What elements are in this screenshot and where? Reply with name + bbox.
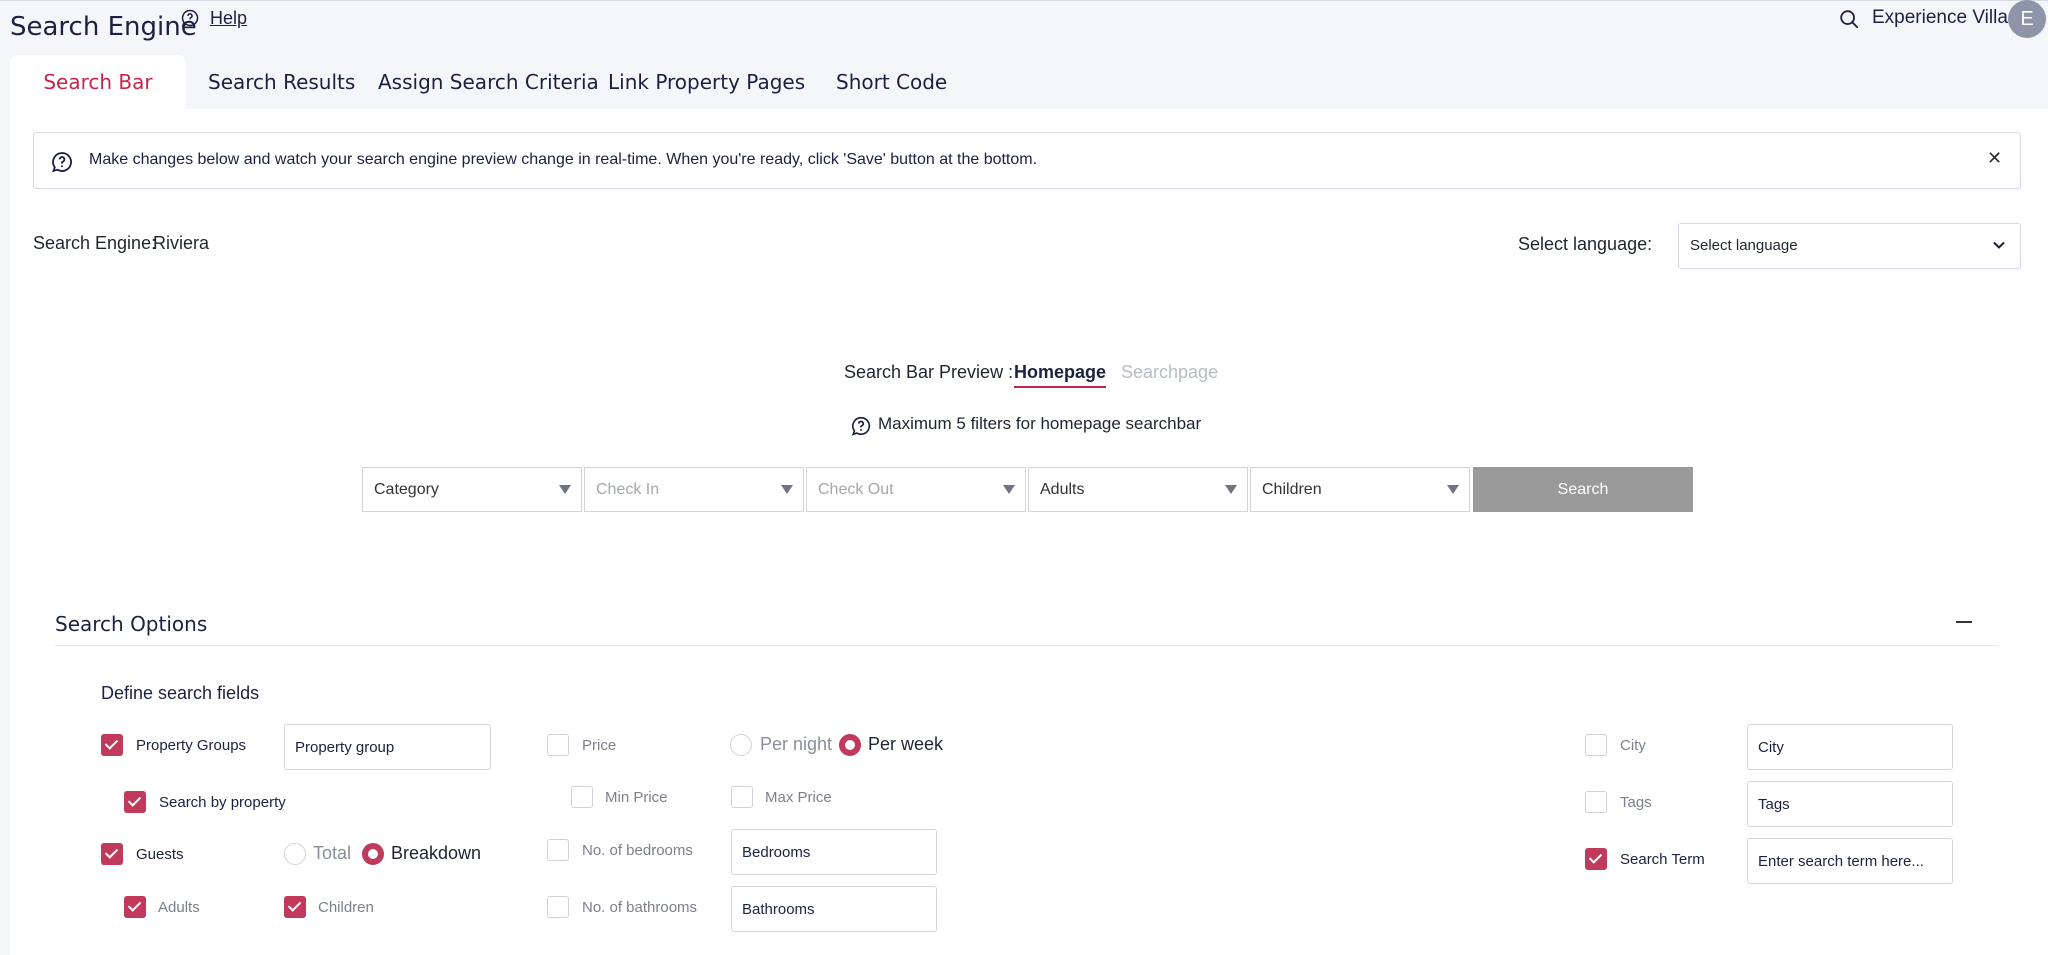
- per-night-radio[interactable]: [730, 734, 752, 756]
- bathrooms-checkbox[interactable]: [547, 896, 569, 918]
- caret-down-icon: [781, 485, 793, 494]
- tags-input[interactable]: Tags: [1747, 781, 1953, 827]
- bedrooms-checkbox[interactable]: [547, 839, 569, 861]
- tab-search-bar[interactable]: Search Bar: [10, 55, 186, 109]
- preview-field-label: Category: [374, 481, 439, 498]
- property-groups-label: Property Groups: [136, 737, 247, 754]
- chevron-down-icon: [1993, 241, 2005, 249]
- price-label: Price: [582, 737, 617, 754]
- close-icon[interactable]: ✕: [1987, 148, 2002, 169]
- price-checkbox[interactable]: [547, 734, 569, 756]
- bathrooms-input[interactable]: Bathrooms: [731, 886, 937, 932]
- adults-checkbox[interactable]: [124, 896, 146, 918]
- preview-check-out-dropdown[interactable]: Check Out: [806, 467, 1026, 512]
- property-groups-checkbox[interactable]: [101, 734, 123, 756]
- caret-down-icon: [1003, 485, 1015, 494]
- user-name[interactable]: Experience Villas: [1872, 7, 2017, 29]
- preview-field-label: Check In: [596, 481, 660, 498]
- search-by-property-label: Search by property: [159, 794, 286, 811]
- adults-label: Adults: [158, 899, 200, 916]
- max-filters-note: Maximum 5 filters for homepage searchbar: [878, 414, 1202, 433]
- bedrooms-label: No. of bedrooms: [582, 842, 693, 859]
- page-title: Search Engine: [10, 12, 197, 42]
- search-by-property-checkbox[interactable]: [124, 791, 146, 813]
- divider: [55, 645, 1998, 646]
- engine-name: Riviera: [153, 233, 210, 253]
- preview-field-label: Children: [1262, 481, 1322, 498]
- guests-breakdown-radio[interactable]: [362, 843, 384, 865]
- preview-searchpage-toggle[interactable]: Searchpage: [1121, 362, 1218, 383]
- language-select[interactable]: Select language: [1678, 223, 2021, 269]
- max-price-label: Max Price: [765, 789, 832, 806]
- search-term-label: Search Term: [1620, 851, 1705, 868]
- preview-adults-dropdown[interactable]: Adults: [1028, 467, 1248, 512]
- min-price-label: Min Price: [605, 789, 668, 806]
- guests-breakdown-label: Breakdown: [391, 843, 482, 863]
- bathrooms-label: No. of bathrooms: [582, 899, 698, 916]
- property-group-input[interactable]: Property group: [284, 724, 491, 770]
- tags-label: Tags: [1620, 794, 1652, 811]
- city-label: City: [1620, 737, 1646, 754]
- search-options-title: Search Options: [55, 612, 208, 636]
- tab-short-code[interactable]: Short Code: [836, 55, 947, 109]
- search-term-input[interactable]: Enter search term here...: [1747, 838, 1953, 884]
- help-icon: [851, 416, 871, 436]
- caret-down-icon: [1225, 485, 1237, 494]
- search-term-checkbox[interactable]: [1585, 848, 1607, 870]
- preview-label: Search Bar Preview :: [844, 362, 1014, 382]
- per-night-label: Per night: [760, 734, 833, 754]
- max-price-checkbox[interactable]: [731, 786, 753, 808]
- tab-link-property-pages[interactable]: Link Property Pages: [608, 55, 805, 109]
- define-search-fields-label: Define search fields: [101, 683, 260, 703]
- preview-homepage-toggle[interactable]: Homepage: [1014, 362, 1107, 388]
- city-checkbox[interactable]: [1585, 734, 1607, 756]
- children-checkbox[interactable]: [284, 896, 306, 918]
- guests-total-label: Total: [313, 843, 352, 863]
- engine-label: Search Engine:: [33, 233, 157, 253]
- preview-field-label: Adults: [1040, 481, 1085, 498]
- collapse-icon[interactable]: [1956, 621, 1972, 623]
- preview-check-in-dropdown[interactable]: Check In: [584, 467, 804, 512]
- info-icon: [52, 152, 72, 173]
- avatar[interactable]: E: [2008, 0, 2046, 38]
- info-message: Make changes below and watch your search…: [89, 151, 1038, 168]
- help-icon[interactable]: [180, 8, 200, 28]
- caret-down-icon: [1447, 485, 1459, 494]
- tab-search-results[interactable]: Search Results: [208, 55, 355, 109]
- per-week-label: Per week: [868, 734, 944, 754]
- tab-assign-search-criteria[interactable]: Assign Search Criteria: [378, 55, 599, 109]
- guests-checkbox[interactable]: [101, 843, 123, 865]
- min-price-checkbox[interactable]: [571, 786, 593, 808]
- children-label: Children: [318, 899, 374, 916]
- city-input[interactable]: City: [1747, 724, 1953, 770]
- language-label: Select language:: [1518, 234, 1653, 254]
- guests-total-radio[interactable]: [284, 843, 306, 865]
- tags-checkbox[interactable]: [1585, 791, 1607, 813]
- per-week-radio[interactable]: [839, 734, 861, 756]
- help-link[interactable]: Help: [210, 8, 247, 29]
- language-select-value: Select language: [1690, 237, 1798, 254]
- guests-label: Guests: [136, 846, 184, 863]
- caret-down-icon: [559, 485, 571, 494]
- preview-field-label: Check Out: [818, 481, 894, 498]
- preview-category-dropdown[interactable]: Category: [362, 467, 582, 512]
- top-border: [0, 0, 2048, 1]
- bedrooms-input[interactable]: Bedrooms: [731, 829, 937, 875]
- preview-search-button[interactable]: Search: [1473, 467, 1693, 512]
- search-icon[interactable]: [1838, 8, 1860, 30]
- preview-children-dropdown[interactable]: Children: [1250, 467, 1470, 512]
